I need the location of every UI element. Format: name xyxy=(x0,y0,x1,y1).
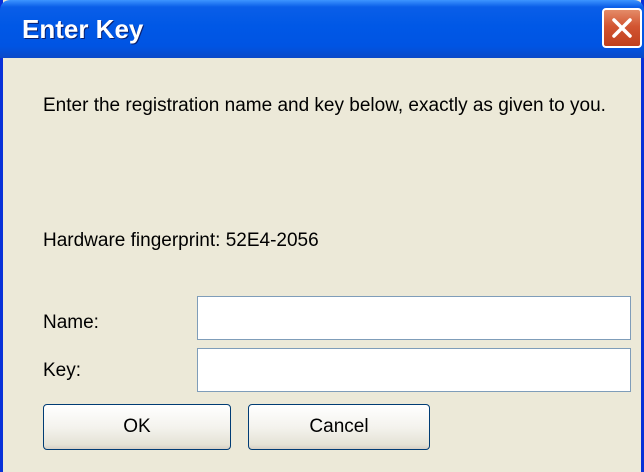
hardware-fingerprint: Hardware fingerprint: 52E4-2056 xyxy=(43,230,319,251)
instruction-text: Enter the registration name and key belo… xyxy=(43,95,606,116)
window-title: Enter Key xyxy=(22,14,144,44)
close-icon xyxy=(612,18,632,38)
key-label: Key: xyxy=(43,360,82,381)
name-input[interactable] xyxy=(197,296,631,340)
key-input[interactable] xyxy=(197,348,631,392)
ok-button[interactable]: OK xyxy=(43,404,231,450)
enter-key-dialog: Enter Key Enter the registration name an… xyxy=(0,0,644,472)
title-bar[interactable]: Enter Key xyxy=(0,0,644,58)
cancel-button[interactable]: Cancel xyxy=(248,404,430,450)
name-label: Name: xyxy=(43,312,99,333)
close-button[interactable] xyxy=(602,8,642,48)
